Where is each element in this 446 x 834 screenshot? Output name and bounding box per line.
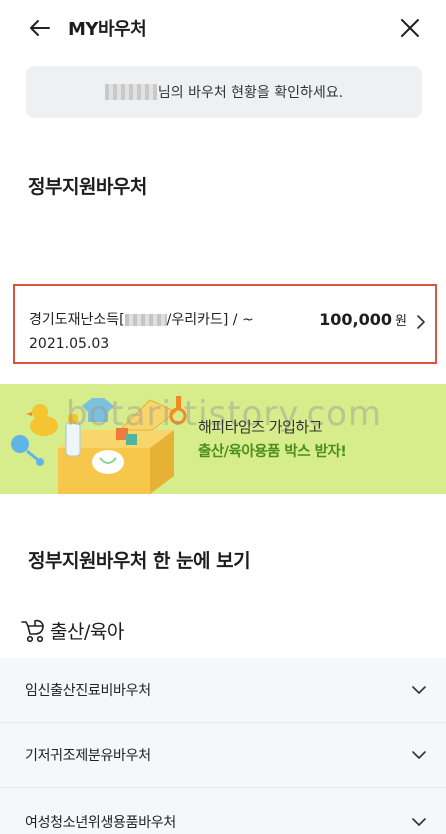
masked-card-number bbox=[124, 314, 167, 326]
voucher-name: 경기도재난소득[ /우리카드] / ~ 2021.05.03 bbox=[29, 308, 254, 356]
voucher-name-suffix: /우리카드] / ~ bbox=[166, 312, 254, 328]
list-item-label: 기저귀조제분유바우처 bbox=[25, 748, 151, 764]
gov-voucher-title: 정부지원바우처 bbox=[28, 176, 147, 198]
voucher-amount: 100,000 원 bbox=[319, 310, 407, 329]
list-item-diaper-formula-voucher[interactable]: 기저귀조제분유바우처 bbox=[0, 723, 446, 787]
top-bar: MY바우처 bbox=[0, 0, 446, 56]
banner-line2: 출산/육아용품 박스 받자! bbox=[198, 444, 347, 460]
chevron-down-icon bbox=[412, 686, 426, 694]
masked-user-name bbox=[104, 84, 157, 100]
promo-banner[interactable]: botari.tistory.com 해피타임즈 가입하고 출산/육아용품 박스… bbox=[0, 384, 446, 494]
voucher-overview-title: 정부지원바우처 한 눈에 보기 bbox=[28, 550, 251, 572]
voucher-card[interactable]: 경기도재난소득[ /우리카드] / ~ 2021.05.03 100,000 원 bbox=[13, 284, 437, 364]
voucher-currency: 원 bbox=[395, 314, 407, 329]
category-childbirth: 출산/육아 bbox=[20, 617, 124, 644]
voucher-amount-value: 100,000 bbox=[319, 310, 393, 329]
stroller-icon bbox=[21, 619, 44, 642]
chevron-down-icon bbox=[412, 818, 426, 826]
chevron-down-icon bbox=[412, 751, 426, 759]
list-item-label: 여성청소년위생용품바우처 bbox=[25, 815, 176, 831]
list-item-pregnancy-voucher[interactable]: 임신출산진료비바우처 bbox=[0, 658, 446, 722]
voucher-date: 2021.05.03 bbox=[29, 336, 110, 352]
notice-text: 님의 바우처 현황을 확인하세요. bbox=[157, 85, 344, 101]
voucher-name-prefix: 경기도재난소득[ bbox=[29, 312, 125, 328]
banner-line1: 해피타임즈 가입하고 bbox=[198, 418, 322, 436]
voucher-status-notice: 님의 바우처 현황을 확인하세요. bbox=[26, 66, 422, 118]
list-item-sanitary-products-voucher[interactable]: 여성청소년위생용품바우처 bbox=[0, 788, 446, 834]
category-label: 출산/육아 bbox=[50, 621, 124, 643]
close-icon[interactable] bbox=[396, 14, 424, 42]
list-item-label: 임신출산진료비바우처 bbox=[25, 683, 151, 699]
back-arrow-icon[interactable] bbox=[26, 14, 54, 42]
page-title: MY바우처 bbox=[68, 19, 147, 40]
chevron-right-icon bbox=[417, 314, 425, 333]
